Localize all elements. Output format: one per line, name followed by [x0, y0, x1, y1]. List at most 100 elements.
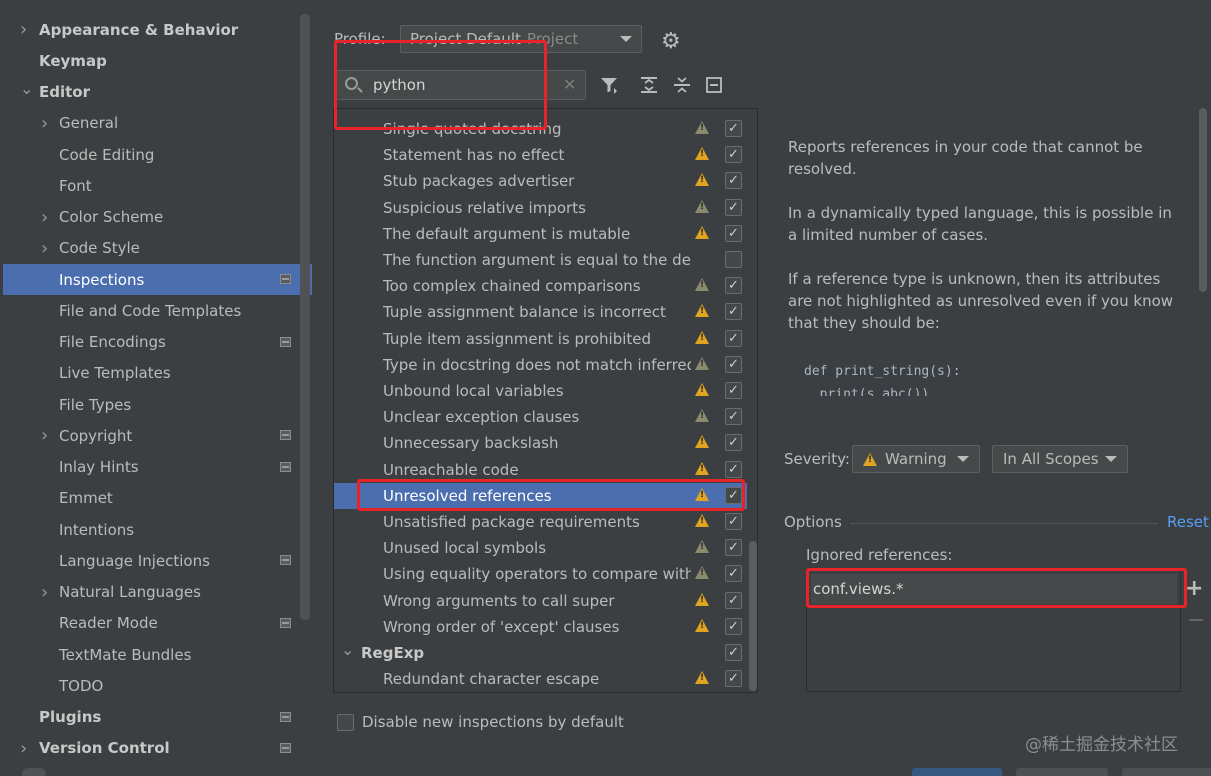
sidebar-item-code-style[interactable]: › Code Style — [3, 233, 312, 264]
inspection-item[interactable]: Unresolved references ✓ — [334, 482, 747, 509]
inspection-item[interactable]: Type in docstring does not match inferre… — [334, 352, 747, 378]
sidebar-item-reader-mode[interactable]: Reader Mode — [3, 608, 312, 639]
sidebar-item-font[interactable]: Font — [3, 170, 312, 201]
disable-new-inspections-checkbox[interactable] — [337, 714, 354, 731]
inspection-item[interactable]: Unclear exception clauses ✓ — [334, 404, 747, 430]
inspection-item[interactable]: Wrong order of 'except' clauses ✓ — [334, 614, 747, 640]
severity-dropdown[interactable]: Warning — [852, 445, 980, 473]
inspection-checkbox[interactable]: ✓ — [725, 591, 742, 609]
inspection-checkbox[interactable]: ✓ — [725, 355, 742, 373]
inspection-checkbox[interactable]: ✓ — [725, 408, 742, 426]
sidebar-item-appearance-behavior[interactable]: › Appearance & Behavior — [3, 14, 312, 45]
ignored-references-list[interactable]: conf.views.* — [806, 570, 1181, 692]
inspection-checkbox[interactable]: ✓ — [725, 539, 742, 557]
filter-icon[interactable] — [598, 74, 620, 96]
chevron-right-icon[interactable]: › — [41, 238, 48, 259]
search-box[interactable]: ✕ — [336, 70, 586, 100]
clear-search-icon[interactable]: ✕ — [563, 75, 576, 94]
expand-all-icon[interactable] — [638, 74, 660, 96]
inspection-item[interactable]: Statement has no effect ✓ — [334, 142, 747, 168]
sidebar-item-emmet[interactable]: Emmet — [3, 483, 312, 514]
sidebar-item-file-and-code-templates[interactable]: File and Code Templates — [3, 295, 312, 326]
list-scrollbar[interactable] — [749, 541, 757, 691]
sidebar-item-todo[interactable]: TODO — [3, 670, 312, 701]
profile-dropdown[interactable]: Project Default Project — [400, 25, 642, 53]
reset-link[interactable]: Reset — [1167, 513, 1209, 531]
chevron-right-icon[interactable]: › — [41, 207, 48, 228]
remove-button[interactable]: − — [1187, 608, 1205, 633]
chevron-right-icon[interactable]: › — [41, 425, 48, 446]
inspection-item[interactable]: The default argument is mutable ✓ — [334, 221, 747, 247]
sidebar-item-plugins[interactable]: Plugins — [3, 702, 312, 733]
sidebar-item-live-templates[interactable]: Live Templates — [3, 358, 312, 389]
inspection-checkbox[interactable]: ✓ — [725, 382, 742, 399]
sidebar-item-intentions[interactable]: Intentions — [3, 514, 312, 545]
collapse-all-icon[interactable] — [671, 74, 693, 96]
inspection-checkbox[interactable]: ✓ — [725, 120, 742, 137]
sidebar-item-general[interactable]: › General — [3, 108, 312, 139]
chevron-right-icon[interactable]: › — [41, 113, 48, 134]
sidebar-item-color-scheme[interactable]: › Color Scheme — [3, 202, 312, 233]
sidebar-scrollbar[interactable] — [300, 14, 310, 620]
inspection-checkbox[interactable]: ✓ — [725, 617, 742, 635]
help-button[interactable] — [22, 768, 46, 776]
inspection-checkbox[interactable]: ✓ — [725, 146, 742, 164]
search-input[interactable] — [373, 73, 558, 97]
inspection-item[interactable]: Unnecessary backslash ✓ — [334, 430, 747, 456]
inspection-checkbox[interactable]: ✓ — [725, 198, 742, 216]
inspection-item[interactable]: Wrong arguments to call super ✓ — [334, 588, 747, 614]
reset-to-default-icon[interactable] — [703, 74, 725, 96]
inspection-item[interactable]: Unsatisfied package requirements ✓ — [334, 509, 747, 535]
sidebar-item-keymap[interactable]: Keymap — [3, 45, 312, 76]
inspections-list[interactable]: Single quoted docstring✓Statement has no… — [333, 108, 758, 693]
inspection-item[interactable]: Unbound local variables ✓ — [334, 378, 747, 404]
inspection-checkbox[interactable]: ✓ — [725, 644, 742, 661]
inspection-group[interactable]: ⌄ RegExp ✓ — [334, 640, 747, 666]
description-scrollbar[interactable] — [1199, 108, 1207, 292]
chevron-right-icon[interactable]: › — [20, 738, 27, 759]
chevron-right-icon[interactable]: › — [41, 582, 48, 603]
sidebar-item-editor[interactable]: ⌄ Editor — [3, 77, 312, 108]
inspection-item[interactable]: Stub packages advertiser ✓ — [334, 168, 747, 194]
inspection-checkbox[interactable]: ✓ — [725, 224, 742, 242]
sidebar-item-inlay-hints[interactable]: Inlay Hints — [3, 452, 312, 483]
inspection-checkbox[interactable]: ✓ — [725, 172, 742, 190]
chevron-right-icon[interactable]: › — [20, 19, 27, 40]
inspection-item[interactable]: The function argument is equal to the de… — [334, 247, 747, 273]
chevron-down-icon[interactable]: ⌄ — [20, 79, 33, 98]
gear-icon[interactable]: ⚙ — [661, 29, 681, 54]
sidebar-item-code-editing[interactable]: Code Editing — [3, 139, 312, 170]
ok-button[interactable] — [912, 768, 1002, 776]
inspection-item[interactable]: Too complex chained comparisons ✓ — [334, 273, 747, 299]
inspection-checkbox[interactable]: ✓ — [725, 670, 742, 688]
sidebar-item-version-control[interactable]: › Version Control — [3, 733, 312, 764]
inspection-item[interactable]: Tuple assignment balance is incorrect ✓ — [334, 299, 747, 325]
inspection-checkbox[interactable] — [725, 251, 742, 268]
inspection-item[interactable]: Using equality operators to compare with… — [334, 561, 747, 587]
inspection-checkbox[interactable]: ✓ — [725, 460, 742, 478]
sidebar-item-file-encodings[interactable]: File Encodings — [3, 327, 312, 358]
inspection-checkbox[interactable]: ✓ — [725, 565, 742, 583]
inspection-checkbox[interactable]: ✓ — [725, 434, 742, 452]
scope-dropdown[interactable]: In All Scopes — [992, 445, 1128, 473]
sidebar-item-textmate-bundles[interactable]: TextMate Bundles — [3, 639, 312, 670]
cancel-button[interactable] — [1016, 768, 1108, 776]
sidebar-item-inspections[interactable]: Inspections — [3, 264, 312, 295]
inspection-checkbox[interactable]: ✓ — [725, 277, 742, 295]
inspection-checkbox[interactable]: ✓ — [725, 329, 742, 347]
sidebar-item-copyright[interactable]: › Copyright — [3, 420, 312, 451]
inspection-checkbox[interactable]: ✓ — [725, 486, 742, 504]
add-button[interactable]: + — [1185, 576, 1203, 601]
sidebar-item-natural-languages[interactable]: › Natural Languages — [3, 577, 312, 608]
inspection-item[interactable]: Tuple item assignment is prohibited ✓ — [334, 326, 747, 352]
inspection-item[interactable]: Redundant character escape ✓ — [334, 666, 747, 692]
inspection-checkbox[interactable]: ✓ — [725, 513, 742, 530]
sidebar-item-file-types[interactable]: File Types — [3, 389, 312, 420]
ignored-reference-item[interactable]: conf.views.* — [811, 574, 1177, 604]
inspection-checkbox[interactable]: ✓ — [725, 303, 742, 321]
inspection-item[interactable]: Suspicious relative imports ✓ — [334, 195, 747, 221]
inspection-item[interactable]: Unused local symbols ✓ — [334, 535, 747, 561]
search-icon[interactable] — [345, 77, 358, 90]
sidebar-item-language-injections[interactable]: Language Injections — [3, 545, 312, 576]
chevron-down-icon[interactable]: ⌄ — [341, 640, 354, 659]
